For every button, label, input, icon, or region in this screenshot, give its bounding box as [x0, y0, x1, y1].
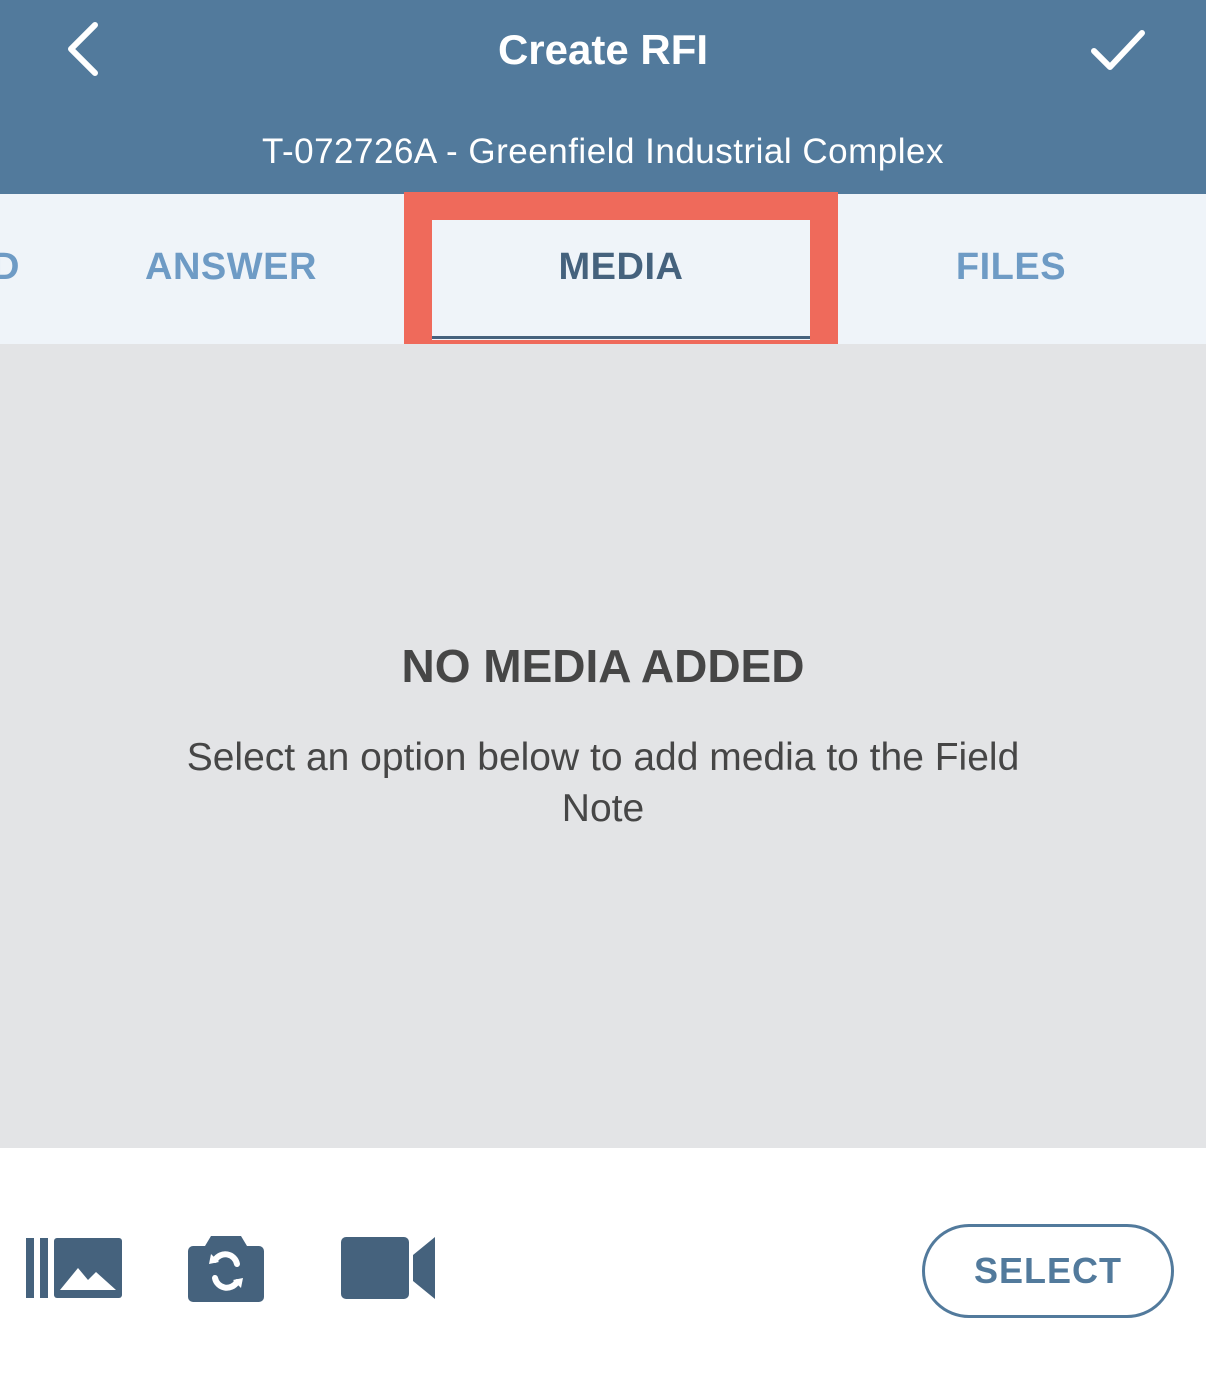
confirm-button[interactable]: [1078, 14, 1158, 84]
page-title: Create RFI: [497, 26, 709, 73]
select-button[interactable]: SELECT: [922, 1224, 1174, 1318]
photo-gallery-icon: [26, 1238, 122, 1298]
video-camera-icon: [341, 1237, 435, 1299]
empty-state-title: NO MEDIA ADDED: [401, 640, 805, 692]
video-button[interactable]: [336, 1228, 440, 1308]
app-header: Create RFI T-072726A - Greenfield Indust…: [0, 0, 1206, 194]
tab-bar: D ANSWER MEDIA FILES: [0, 194, 1206, 344]
gallery-button[interactable]: [22, 1228, 126, 1308]
tab-files[interactable]: FILES: [880, 194, 1142, 340]
checkmark-icon: [1091, 30, 1145, 70]
active-tab-indicator: [432, 336, 810, 339]
tab-answer[interactable]: ANSWER: [100, 194, 362, 340]
camera-switch-icon: [188, 1236, 264, 1302]
tab-media[interactable]: MEDIA: [432, 194, 810, 340]
empty-state-message: Select an option below to add media to t…: [186, 736, 1020, 830]
camera-button[interactable]: [184, 1228, 268, 1308]
bottom-toolbar: SELECT: [0, 1148, 1206, 1378]
media-content-area: NO MEDIA ADDED Select an option below to…: [0, 344, 1206, 1148]
project-subtitle: T-072726A - Greenfield Industrial Comple…: [262, 132, 944, 171]
tab-partial[interactable]: D: [0, 194, 20, 340]
